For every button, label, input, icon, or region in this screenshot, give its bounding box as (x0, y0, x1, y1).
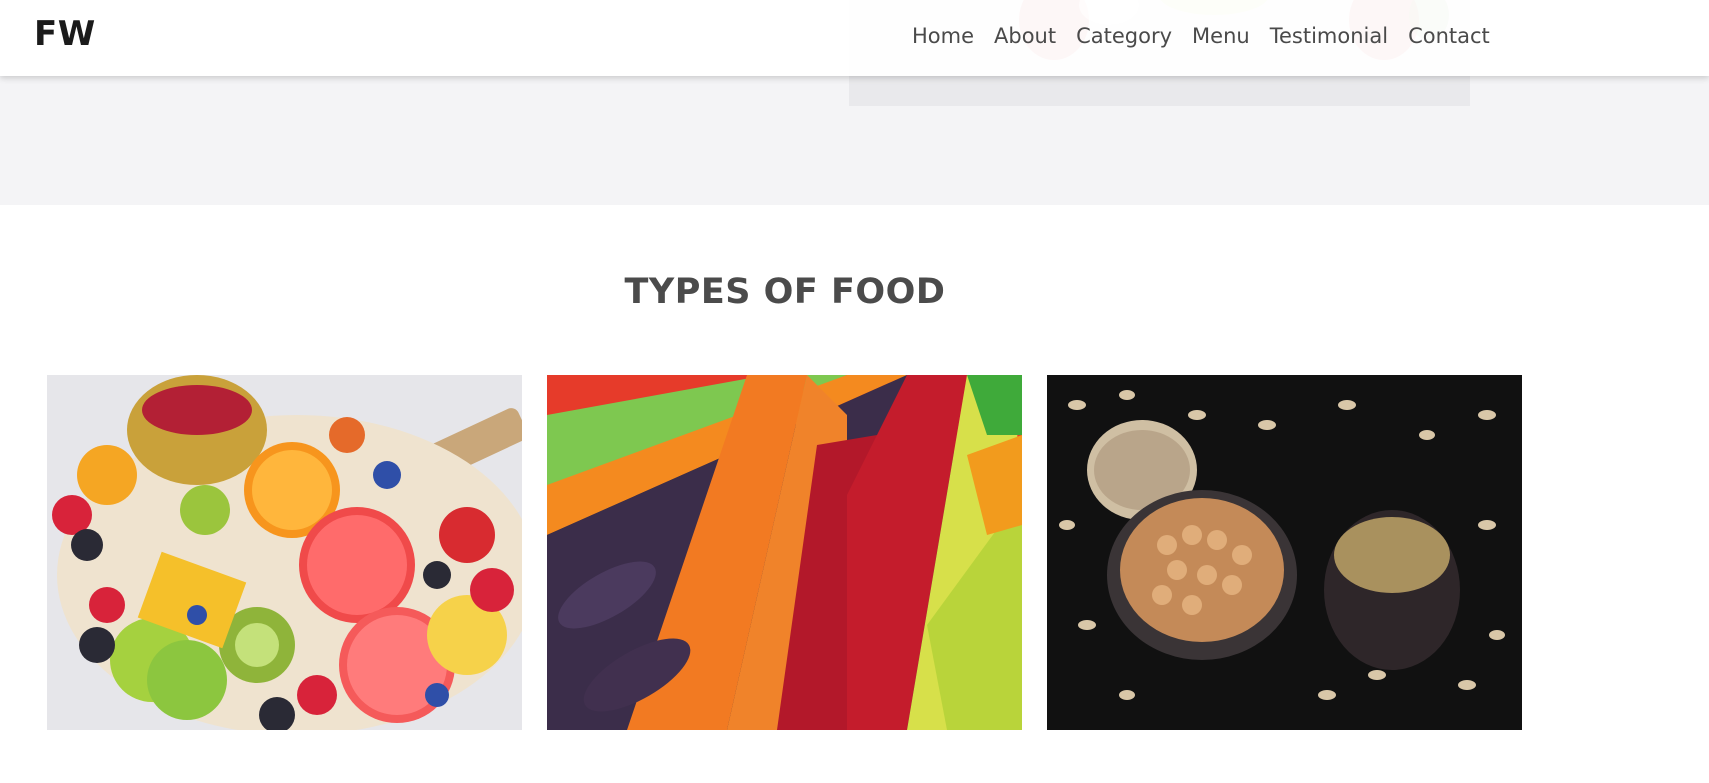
nav-link-category[interactable]: Category (1066, 20, 1182, 52)
site-logo[interactable]: FW (34, 14, 96, 54)
food-card-grains[interactable] (1047, 375, 1522, 730)
nav-link-contact[interactable]: Contact (1398, 20, 1500, 52)
nav-link-menu[interactable]: Menu (1182, 20, 1260, 52)
nav-link-about[interactable]: About (984, 20, 1066, 52)
food-card-vegetables[interactable] (547, 375, 1022, 730)
nav-menu: Home About Category Menu Testimonial Con… (902, 20, 1500, 52)
grains-and-legumes-image (1047, 375, 1522, 730)
top-navbar: FW Home About Category Menu Testimonial … (0, 0, 1709, 76)
nav-link-testimonial[interactable]: Testimonial (1260, 20, 1398, 52)
food-card-fruits[interactable] (47, 375, 522, 730)
fruit-platter-image (47, 375, 522, 730)
nav-link-home[interactable]: Home (902, 20, 984, 52)
vegetable-market-image (547, 375, 1022, 730)
section-title: TYPES OF FOOD (624, 272, 946, 312)
